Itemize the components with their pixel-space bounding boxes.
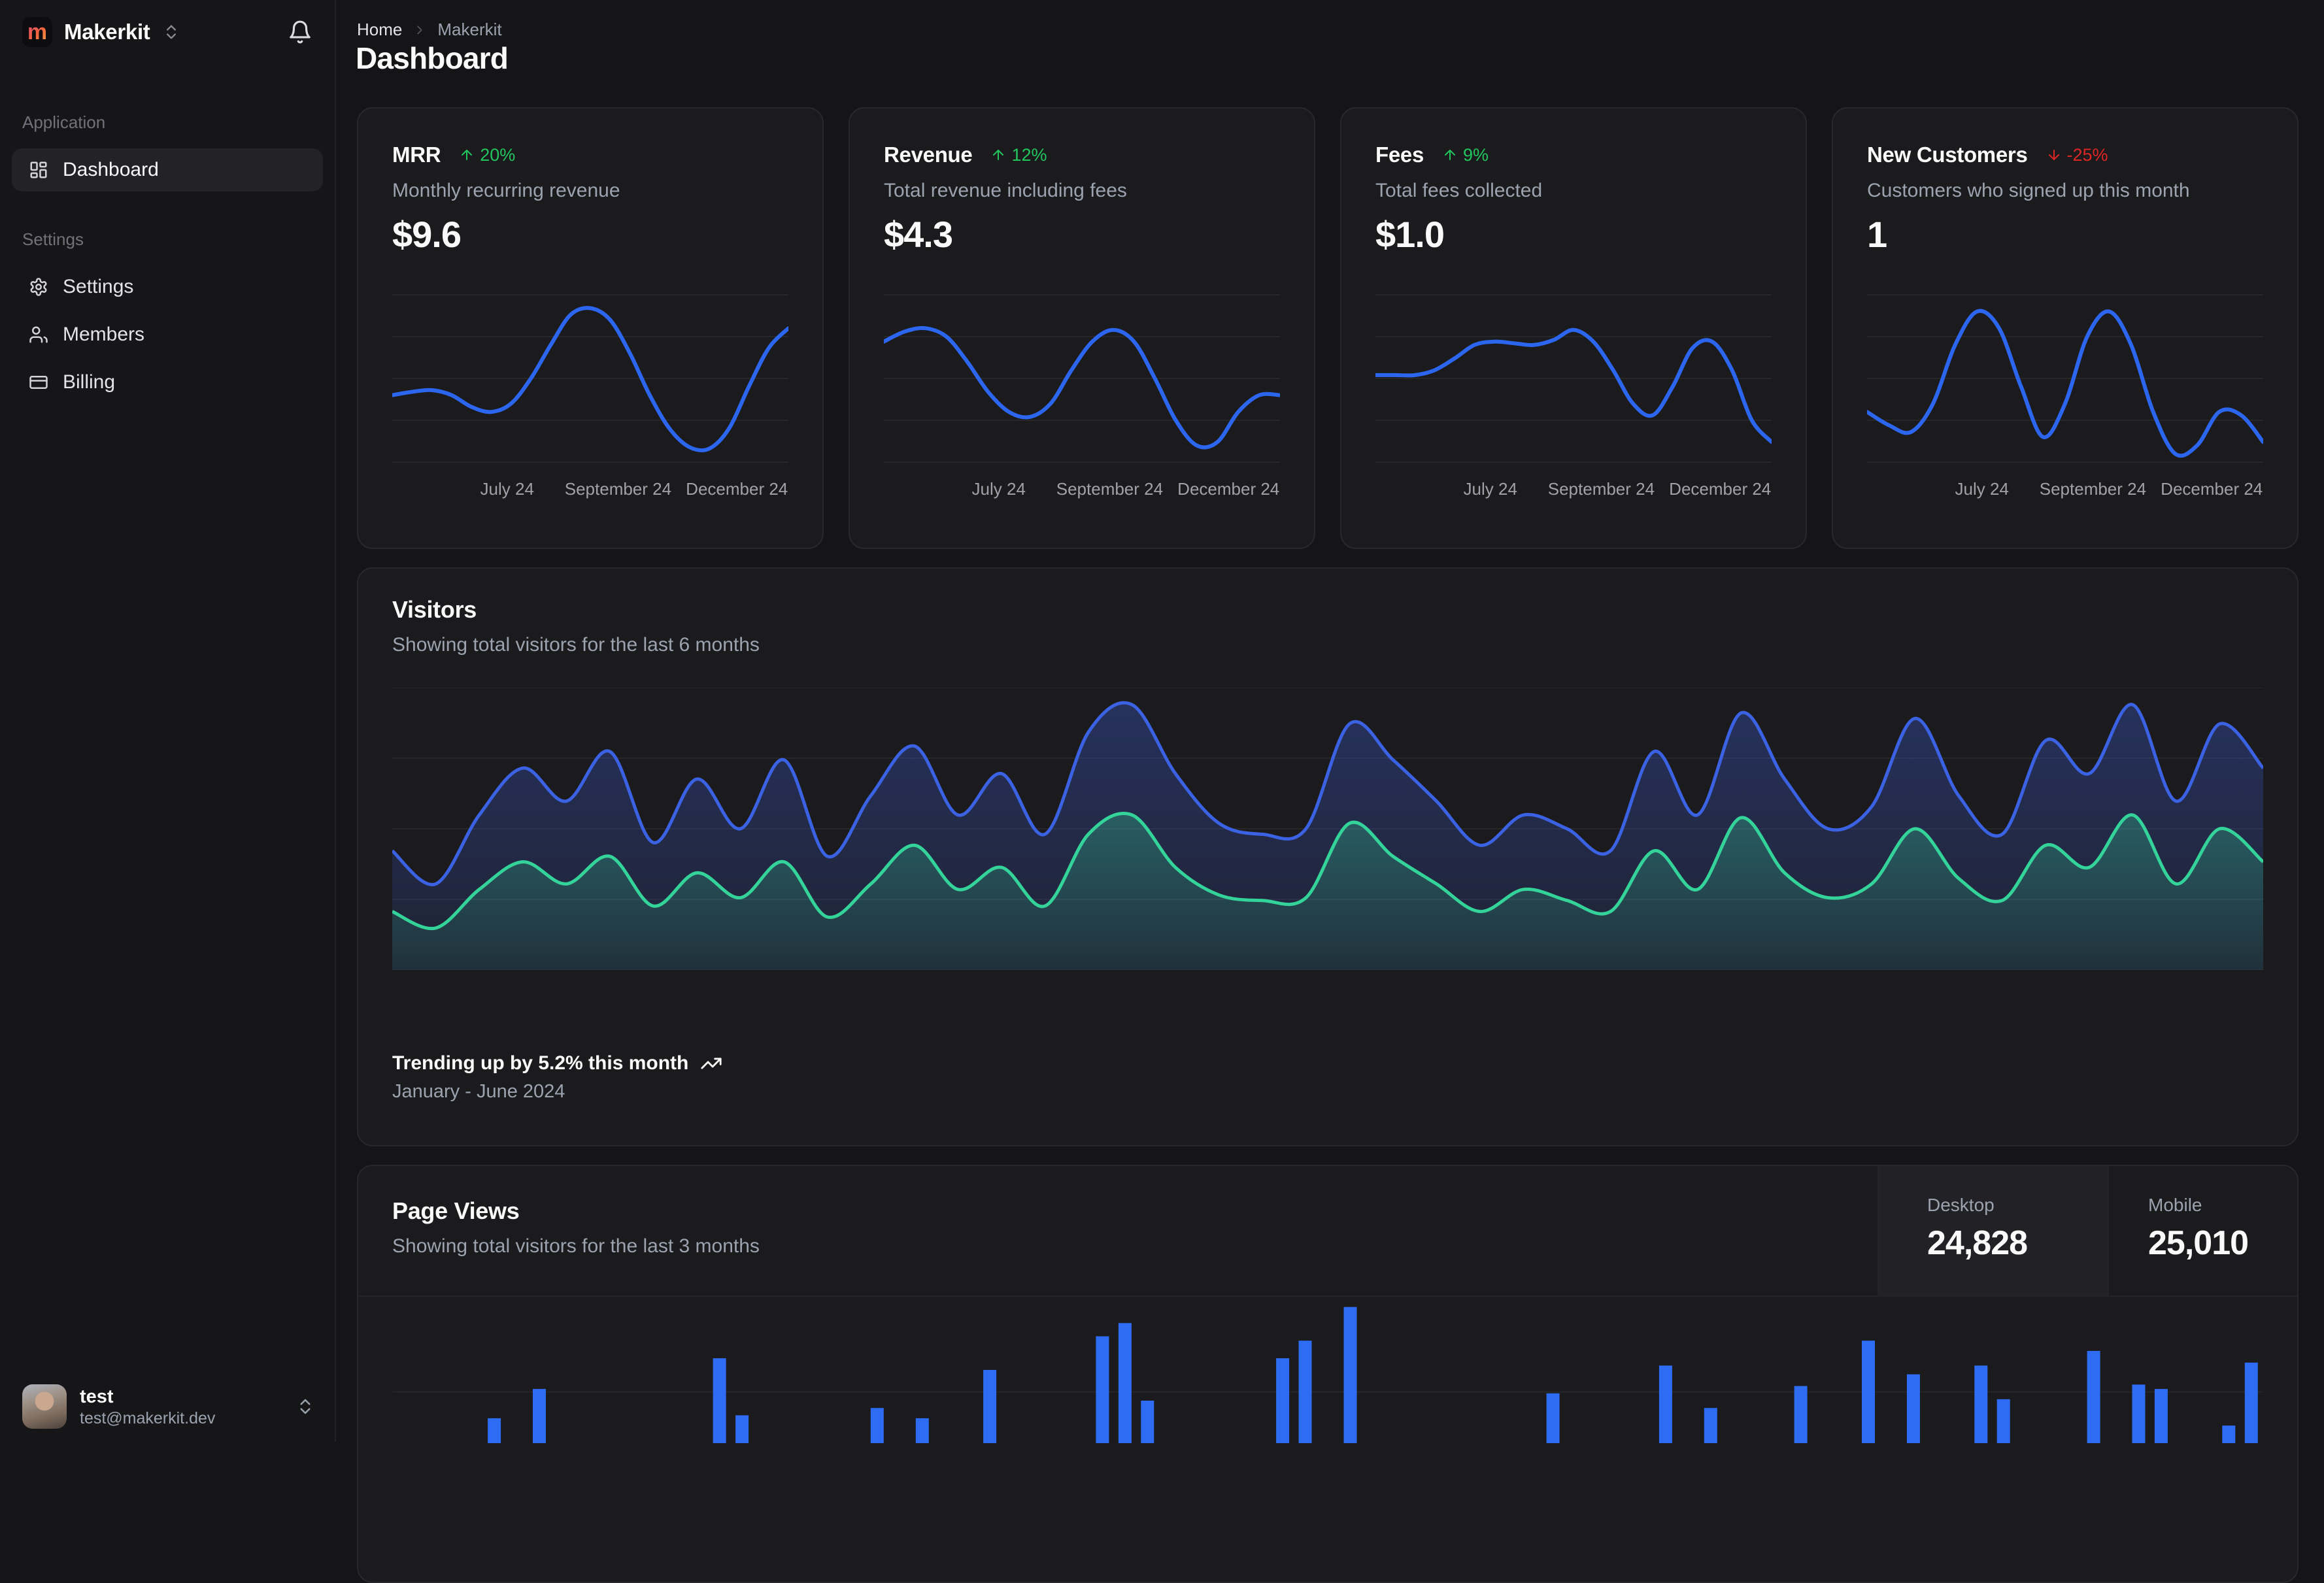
desktop-value: 24,828 bbox=[1927, 1224, 2108, 1263]
breadcrumb-current: Makerkit bbox=[437, 20, 501, 40]
breadcrumb-home[interactable]: Home bbox=[357, 20, 402, 40]
avatar bbox=[22, 1384, 67, 1429]
main-content: Home Makerkit Dashboard MRR 20% Monthly … bbox=[336, 0, 2324, 1442]
members-icon bbox=[29, 325, 48, 344]
sidebar-item-members[interactable]: Members bbox=[12, 313, 323, 356]
page-title: Dashboard bbox=[356, 41, 508, 76]
makerkit-logo: m bbox=[22, 17, 52, 47]
billing-icon bbox=[29, 373, 48, 392]
stat-card-new-customers: New Customers -25% Customers who signed … bbox=[1832, 107, 2299, 549]
user-email: test@makerkit.dev bbox=[80, 1408, 215, 1428]
bell-icon[interactable] bbox=[288, 20, 312, 44]
sidebar-item-label: Dashboard bbox=[63, 159, 159, 181]
toggle-mobile[interactable]: Mobile 25,010 bbox=[2108, 1166, 2297, 1295]
visitors-title: Visitors bbox=[392, 596, 2263, 624]
chevrons-up-down-icon bbox=[162, 23, 180, 41]
stat-card-mrr: MRR 20% Monthly recurring revenue $9.6 J… bbox=[357, 107, 824, 549]
page-views-subtitle: Showing total visitors for the last 3 mo… bbox=[392, 1235, 1878, 1258]
stat-card-revenue: Revenue 12% Total revenue including fees… bbox=[849, 107, 1315, 549]
mrr-sparkline-chart bbox=[392, 291, 788, 466]
stat-description: Total fees collected bbox=[1375, 179, 1772, 203]
sidebar-nav: Application Dashboard Settings Settings … bbox=[0, 112, 335, 404]
new-customers-sparkline-chart bbox=[1867, 291, 2263, 466]
desktop-label: Desktop bbox=[1927, 1195, 2108, 1216]
stat-description: Total revenue including fees bbox=[884, 179, 1280, 203]
toggle-desktop[interactable]: Desktop 24,828 bbox=[1878, 1166, 2108, 1295]
arrow-up-icon bbox=[990, 147, 1006, 163]
chevron-right-icon bbox=[413, 23, 427, 37]
page-views-bar-chart bbox=[393, 1297, 2263, 1443]
stat-title: New Customers bbox=[1867, 142, 2028, 167]
breadcrumb: Home Makerkit bbox=[357, 20, 502, 40]
sidebar-item-dashboard[interactable]: Dashboard bbox=[12, 148, 323, 192]
chevrons-up-down-icon bbox=[295, 1397, 315, 1416]
stat-delta: 20% bbox=[459, 145, 515, 165]
spark-x-axis: July 24 September 24 December 24 bbox=[884, 479, 1280, 505]
stat-title: MRR bbox=[392, 142, 441, 167]
fees-sparkline-chart bbox=[1375, 291, 1772, 466]
nav-section-label-application: Application bbox=[22, 112, 323, 133]
mobile-label: Mobile bbox=[2148, 1195, 2297, 1216]
stat-delta: 9% bbox=[1442, 145, 1489, 165]
user-name: test bbox=[80, 1385, 215, 1408]
arrow-up-icon bbox=[459, 147, 475, 163]
page-views-card: Page Views Showing total visitors for th… bbox=[357, 1165, 2299, 1583]
stat-delta: -25% bbox=[2046, 145, 2108, 165]
visitors-area-chart bbox=[392, 688, 2263, 970]
stat-delta: 12% bbox=[990, 145, 1047, 165]
visitors-card: Visitors Showing total visitors for the … bbox=[357, 567, 2299, 1146]
stat-value: $9.6 bbox=[392, 213, 788, 256]
arrow-up-icon bbox=[1442, 147, 1458, 163]
spark-x-axis: July 24 September 24 December 24 bbox=[392, 479, 788, 505]
stat-description: Customers who signed up this month bbox=[1867, 179, 2263, 203]
sidebar: m Makerkit Application Dashboard Setting… bbox=[0, 0, 336, 1442]
visitors-footer: Trending up by 5.2% this month bbox=[392, 1052, 2263, 1075]
sidebar-item-label: Members bbox=[63, 324, 144, 346]
workspace-switcher[interactable]: m Makerkit bbox=[0, 0, 335, 47]
stat-cards-row: MRR 20% Monthly recurring revenue $9.6 J… bbox=[357, 107, 2299, 549]
visitors-date-range: January - June 2024 bbox=[392, 1081, 2263, 1103]
stat-card-fees: Fees 9% Total fees collected $1.0 July 2… bbox=[1340, 107, 1807, 549]
stat-title: Fees bbox=[1375, 142, 1424, 167]
user-menu[interactable]: test test@makerkit.dev bbox=[22, 1384, 315, 1429]
page-views-title: Page Views bbox=[392, 1197, 1878, 1225]
page-views-header: Page Views Showing total visitors for th… bbox=[358, 1166, 2297, 1297]
stat-value: $1.0 bbox=[1375, 213, 1772, 256]
stat-value: $4.3 bbox=[884, 213, 1280, 256]
spark-x-axis: July 24 September 24 December 24 bbox=[1375, 479, 1772, 505]
sidebar-item-label: Billing bbox=[63, 371, 115, 393]
dashboard-icon bbox=[29, 160, 48, 180]
arrow-down-icon bbox=[2046, 147, 2062, 163]
sidebar-item-billing[interactable]: Billing bbox=[12, 361, 323, 404]
settings-icon bbox=[29, 277, 48, 297]
nav-section-label-settings: Settings bbox=[22, 229, 323, 250]
spark-x-axis: July 24 September 24 December 24 bbox=[1867, 479, 2263, 505]
sidebar-item-label: Settings bbox=[63, 276, 133, 298]
sidebar-item-settings[interactable]: Settings bbox=[12, 265, 323, 308]
trending-up-icon bbox=[700, 1052, 722, 1075]
stat-title: Revenue bbox=[884, 142, 972, 167]
mobile-value: 25,010 bbox=[2148, 1224, 2297, 1263]
stat-value: 1 bbox=[1867, 213, 2263, 256]
revenue-sparkline-chart bbox=[884, 291, 1280, 466]
stat-description: Monthly recurring revenue bbox=[392, 179, 788, 203]
workspace-name: Makerkit bbox=[64, 20, 150, 44]
visitors-subtitle: Showing total visitors for the last 6 mo… bbox=[392, 634, 2263, 656]
